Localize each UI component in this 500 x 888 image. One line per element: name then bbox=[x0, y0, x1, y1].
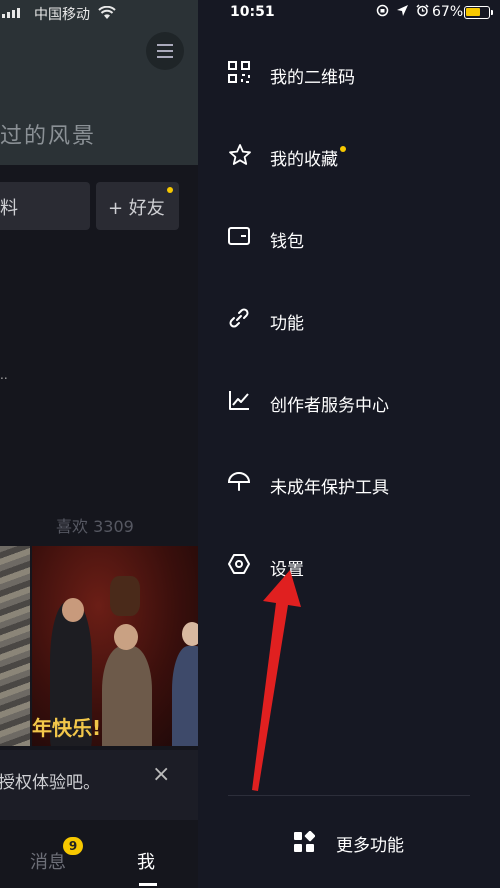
auth-prompt-text: 授权体验吧。 bbox=[0, 773, 100, 793]
battery-icon bbox=[464, 6, 490, 19]
status-icons bbox=[376, 4, 429, 18]
bio-ellipsis: .. bbox=[0, 368, 8, 382]
signal-icon bbox=[2, 8, 20, 18]
hamburger-menu-button[interactable] bbox=[146, 32, 184, 70]
wifi-icon bbox=[98, 6, 116, 19]
umbrella-icon bbox=[228, 472, 250, 491]
video-caption: 年快乐! bbox=[32, 716, 102, 740]
menu-item-label: 我的收藏 bbox=[270, 150, 338, 170]
clock: 10:51 bbox=[230, 4, 275, 20]
grid-apps-icon bbox=[294, 831, 315, 852]
divider bbox=[228, 795, 470, 796]
chart-icon bbox=[229, 391, 249, 410]
star-icon bbox=[229, 144, 251, 165]
bottom-tab-bar: 消息 9 我 bbox=[0, 820, 198, 888]
messages-badge: 9 bbox=[63, 837, 83, 855]
edit-profile-label: 料 bbox=[0, 198, 18, 219]
status-bar-right: 10:51 67% bbox=[198, 0, 500, 26]
orientation-lock-icon bbox=[376, 4, 389, 17]
hexagon-settings-icon bbox=[228, 554, 250, 574]
menu-item-creator-center[interactable]: 创作者服务中心 bbox=[198, 373, 500, 433]
battery-cap bbox=[491, 10, 493, 15]
alarm-icon bbox=[416, 4, 429, 17]
side-drawer: 10:51 67% 我的二维码 我的收藏 钱包 功能 创作者服务中心 未成年保护… bbox=[198, 0, 500, 888]
qrcode-icon bbox=[228, 61, 250, 83]
add-friend-button[interactable]: + 好友 bbox=[96, 182, 179, 230]
more-functions-button[interactable]: 更多功能 bbox=[198, 815, 500, 870]
profile-page-background: 中国移动 过的风景 料 + 好友 .. 喜欢 3309 年快乐! 授权体验吧。 … bbox=[0, 0, 198, 888]
likes-tab[interactable]: 喜欢 3309 bbox=[56, 513, 134, 537]
wallet-icon bbox=[228, 227, 250, 245]
cover-text: 过的风景 bbox=[0, 124, 97, 149]
notification-dot bbox=[167, 187, 173, 193]
more-functions-label: 更多功能 bbox=[336, 836, 404, 856]
add-friend-label: + 好友 bbox=[108, 198, 165, 219]
status-bar-left: 中国移动 bbox=[0, 0, 198, 26]
active-tab-indicator bbox=[139, 883, 157, 886]
location-icon bbox=[396, 5, 408, 16]
menu-item-label: 我的二维码 bbox=[270, 68, 355, 88]
menu-item-label: 创作者服务中心 bbox=[270, 396, 389, 416]
auth-prompt-bar: 授权体验吧。 × bbox=[0, 750, 198, 820]
video-thumbnail[interactable]: 年快乐! bbox=[32, 546, 198, 746]
menu-item-qrcode[interactable]: 我的二维码 bbox=[198, 45, 500, 105]
menu-item-label: 设置 bbox=[270, 560, 304, 580]
menu-item-wallet[interactable]: 钱包 bbox=[198, 209, 500, 269]
edit-profile-button[interactable]: 料 bbox=[0, 182, 90, 230]
menu-item-minor-protection[interactable]: 未成年保护工具 bbox=[198, 455, 500, 515]
tab-messages[interactable]: 消息 bbox=[30, 848, 66, 874]
close-icon[interactable]: × bbox=[152, 762, 170, 787]
battery-percent: 67% bbox=[432, 4, 464, 20]
tab-me[interactable]: 我 bbox=[137, 848, 155, 874]
menu-item-label: 功能 bbox=[270, 314, 304, 334]
menu-item-label: 未成年保护工具 bbox=[270, 478, 389, 498]
menu-item-functions[interactable]: 功能 bbox=[198, 291, 500, 351]
carrier-name: 中国移动 bbox=[34, 7, 90, 23]
battery-fill bbox=[466, 8, 480, 16]
video-thumbnail[interactable] bbox=[0, 546, 30, 746]
link-icon bbox=[229, 308, 249, 328]
menu-item-label: 钱包 bbox=[270, 232, 304, 252]
menu-item-favorites[interactable]: 我的收藏 bbox=[198, 127, 500, 187]
new-badge-dot bbox=[340, 146, 346, 152]
menu-item-settings[interactable]: 设置 bbox=[198, 537, 500, 597]
